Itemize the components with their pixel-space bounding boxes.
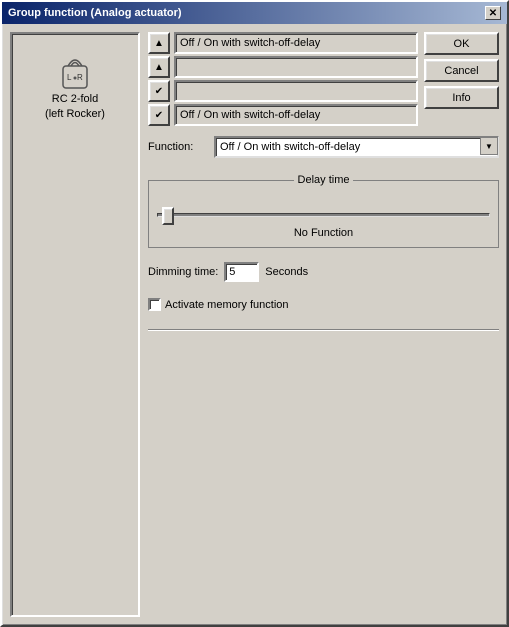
window-title: Group function (Analog actuator) <box>8 7 182 19</box>
remote-icon: L R <box>49 50 101 92</box>
top-row: ▲ Off / On with switch-off-delay ▲ <box>148 32 499 126</box>
cancel-button[interactable]: Cancel <box>424 59 499 82</box>
checkmark-btn-2[interactable]: ✔ <box>148 104 170 126</box>
row-label-2 <box>174 56 418 78</box>
function-select[interactable]: Off / On with switch-off-delay On with s… <box>214 136 499 158</box>
memory-checkbox[interactable] <box>148 298 161 311</box>
main-window: Group function (Analog actuator) ✕ L R <box>0 0 509 627</box>
device-label: RC 2-fold (left Rocker) <box>45 92 105 123</box>
function-select-wrapper: Off / On with switch-off-delay On with s… <box>214 136 499 158</box>
bottom-spacer <box>148 337 499 617</box>
close-button[interactable]: ✕ <box>485 6 501 20</box>
table-row: ✔ <box>148 80 418 102</box>
dimming-row: Dimming time: Seconds <box>148 262 499 282</box>
function-label: Function: <box>148 141 208 153</box>
dimming-input[interactable] <box>224 262 259 282</box>
action-buttons: OK Cancel Info <box>424 32 499 126</box>
slider-label: No Function <box>157 227 490 239</box>
delay-group-legend: Delay time <box>294 174 354 186</box>
ok-button[interactable]: OK <box>424 32 499 55</box>
checkbox-row: Activate memory function <box>148 298 499 311</box>
arrow-up-btn-2[interactable]: ▲ <box>148 56 170 78</box>
dimming-unit: Seconds <box>265 266 308 278</box>
button-grid: ▲ Off / On with switch-off-delay ▲ <box>148 32 418 126</box>
right-content: ▲ Off / On with switch-off-delay ▲ <box>148 32 499 617</box>
svg-text:L: L <box>67 73 72 82</box>
window-body: L R RC 2-fold (left Rocker) <box>2 24 507 625</box>
arrow-up-btn-1[interactable]: ▲ <box>148 32 170 54</box>
row-label-4: Off / On with switch-off-delay <box>174 104 418 126</box>
svg-text:R: R <box>77 73 83 82</box>
table-row: ▲ <box>148 56 418 78</box>
delay-group: Delay time No Function <box>148 180 499 248</box>
row-label-3 <box>174 80 418 102</box>
slider-track <box>157 213 490 217</box>
function-row: Function: Off / On with switch-off-delay… <box>148 136 499 158</box>
memory-checkbox-label: Activate memory function <box>165 299 289 311</box>
left-panel: L R RC 2-fold (left Rocker) <box>10 32 140 617</box>
slider-container <box>157 201 490 221</box>
table-row: ▲ Off / On with switch-off-delay <box>148 32 418 54</box>
slider-thumb[interactable] <box>162 207 174 225</box>
row-label-1: Off / On with switch-off-delay <box>174 32 418 54</box>
table-row: ✔ Off / On with switch-off-delay <box>148 104 418 126</box>
device-icon: L R RC 2-fold (left Rocker) <box>45 50 105 123</box>
title-bar: Group function (Analog actuator) ✕ <box>2 2 507 24</box>
checkmark-btn-1[interactable]: ✔ <box>148 80 170 102</box>
divider <box>148 329 499 331</box>
info-button[interactable]: Info <box>424 86 499 109</box>
dimming-label: Dimming time: <box>148 266 218 278</box>
